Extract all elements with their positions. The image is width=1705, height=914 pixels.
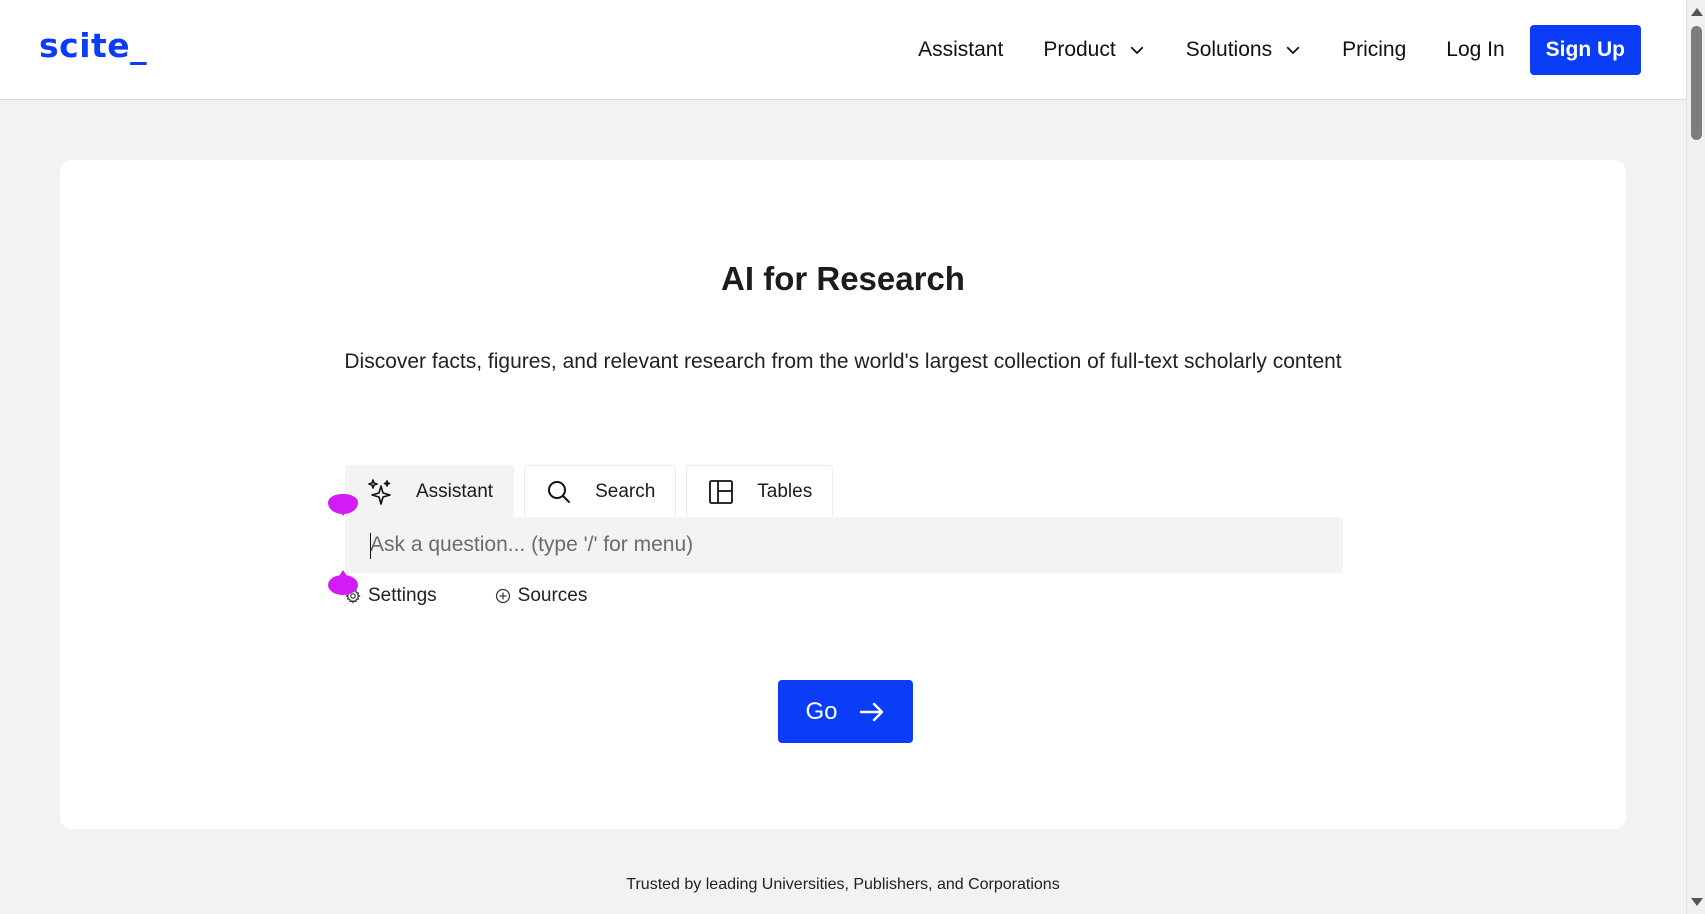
settings-label: Settings xyxy=(368,585,437,606)
table-icon xyxy=(709,479,734,504)
page-scrollbar[interactable] xyxy=(1686,0,1705,914)
sources-label: Sources xyxy=(517,585,588,606)
main-nav: Assistant Product Solutions Pricing Log … xyxy=(878,0,1641,100)
annotation-marker xyxy=(328,570,358,595)
nav-solutions-label: Solutions xyxy=(1185,38,1273,61)
question-field[interactable] xyxy=(345,517,1343,573)
chevron-down-icon xyxy=(1286,46,1300,54)
tab-assistant-label: Assistant xyxy=(416,480,494,502)
signup-button[interactable]: Sign Up xyxy=(1529,25,1641,75)
hero-card: AI for Research Discover facts, figures,… xyxy=(60,160,1626,829)
top-navbar: scite_ Assistant Product Solutions Prici… xyxy=(0,0,1686,100)
tab-search[interactable]: Search xyxy=(524,465,677,517)
mode-tabs: Assistant Search Tables xyxy=(345,465,843,517)
nav-product[interactable]: Product xyxy=(1043,38,1145,62)
search-icon xyxy=(548,480,571,503)
viewport: scite_ Assistant Product Solutions Prici… xyxy=(0,0,1705,914)
page-subtitle: Discover facts, figures, and relevant re… xyxy=(344,350,1342,373)
nav-solutions[interactable]: Solutions xyxy=(1186,38,1302,62)
nav-assistant-label: Assistant xyxy=(918,38,1004,61)
tab-search-label: Search xyxy=(595,480,656,502)
sparkles-icon xyxy=(368,478,391,505)
settings-button[interactable]: Settings xyxy=(345,585,437,607)
nav-product-label: Product xyxy=(1043,38,1116,61)
add-circle-icon xyxy=(495,588,510,604)
query-options: Settings Sources xyxy=(345,585,587,607)
text-caret xyxy=(370,533,371,559)
page-title: AI for Research xyxy=(721,260,965,297)
scite-logo[interactable]: scite_ xyxy=(39,26,147,65)
go-button[interactable]: Go xyxy=(778,680,913,743)
sources-button[interactable]: Sources xyxy=(495,585,588,607)
nav-pricing-label: Pricing xyxy=(1342,38,1407,61)
nav-assistant[interactable]: Assistant xyxy=(918,38,1003,62)
chevron-down-icon xyxy=(1130,46,1143,54)
scroll-up-arrow-icon[interactable] xyxy=(1691,8,1703,16)
trusted-by-text: Trusted by leading Universities, Publish… xyxy=(626,876,1060,893)
tab-tables-label: Tables xyxy=(757,480,813,502)
nav-pricing[interactable]: Pricing xyxy=(1342,38,1406,62)
nav-login[interactable]: Log In xyxy=(1446,38,1504,62)
scroll-thumb[interactable] xyxy=(1691,26,1702,140)
scroll-down-arrow-icon[interactable] xyxy=(1691,898,1703,906)
question-input[interactable] xyxy=(370,533,1343,557)
nav-login-label: Log In xyxy=(1446,38,1505,61)
tab-tables[interactable]: Tables xyxy=(686,465,834,517)
go-label: Go xyxy=(805,697,838,725)
tab-assistant[interactable]: Assistant xyxy=(345,465,515,517)
arrow-right-icon xyxy=(859,702,883,721)
